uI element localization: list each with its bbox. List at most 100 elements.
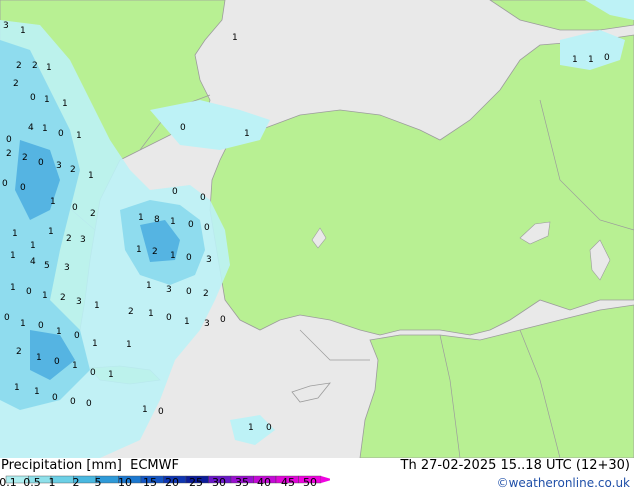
precip-value-label: 0 (186, 253, 192, 263)
precip-value-label: 1 (232, 33, 238, 43)
precip-value-label: 3 (166, 285, 172, 295)
colorbar-tick-label: 15 (143, 476, 157, 489)
precip-value-label: 3 (206, 255, 212, 265)
precip-value-label: 2 (32, 61, 38, 71)
precip-value-label: 1 (42, 124, 48, 134)
precip-value-label: 0 (266, 423, 272, 433)
precip-value-label: 1 (36, 353, 42, 363)
precip-value-label: 1 (44, 95, 50, 105)
precip-value-label: 1 (92, 339, 98, 349)
precip-value-label: 1 (184, 317, 190, 327)
precip-value-label: 1 (76, 131, 82, 141)
precip-value-label: 0 (4, 313, 10, 323)
precip-value-label: 0 (166, 313, 172, 323)
precip-value-label: 1 (72, 361, 78, 371)
credit-link[interactable]: ©weatheronline.co.uk (497, 476, 630, 490)
precip-value-label: 1 (14, 383, 20, 393)
colorbar-tick-label: 50 (303, 476, 317, 489)
precip-value-label: 0 (188, 220, 194, 230)
precip-value-label: 1 (572, 55, 578, 65)
precip-value-label: 1 (46, 63, 52, 73)
precip-value-label: 1 (62, 99, 68, 109)
precip-value-label: 0 (38, 321, 44, 331)
precip-value-label: 1 (12, 229, 18, 239)
precip-value-label: 1 (42, 291, 48, 301)
colorbar-arrow (321, 476, 330, 483)
precip-value-label: 1 (170, 251, 176, 261)
precip-value-label: 0 (90, 368, 96, 378)
precip-value-label: 5 (44, 261, 50, 271)
precip-value-label: 1 (108, 370, 114, 380)
precip-value-label: 2 (22, 153, 28, 163)
precip-value-label: 0 (30, 93, 36, 103)
colorbar-tick-label: 5 (94, 476, 102, 489)
precip-value-label: 2 (16, 347, 22, 357)
precip-value-label: 1 (50, 197, 56, 207)
precip-value-label: 0 (70, 397, 76, 407)
precip-value-label: 1 (56, 327, 62, 337)
precip-value-label: 0 (204, 223, 210, 233)
precip-value-label: 2 (13, 79, 19, 89)
colorbar-tick-label: 25 (189, 476, 203, 489)
colorbar-tick-label: 2 (72, 476, 80, 489)
precip-value-label: 1 (126, 340, 132, 350)
precip-value-label: 1 (146, 281, 152, 291)
precip-value-label: 0 (38, 158, 44, 168)
map-title: Precipitation [mm] ECMWF (1, 458, 179, 473)
precip-value-label: 2 (6, 149, 12, 159)
colorbar-tick-label: 30 (212, 476, 226, 489)
precip-value-label: 1 (136, 245, 142, 255)
precip-value-label: 1 (88, 171, 94, 181)
precip-value-label: 1 (34, 387, 40, 397)
precip-value-label: 2 (66, 234, 72, 244)
precip-value-label: 1 (20, 26, 26, 36)
precip-value-label: 0 (6, 135, 12, 145)
precip-value-label: 1 (94, 301, 100, 311)
precip-value-label: 3 (64, 263, 70, 273)
precip-value-label: 0 (158, 407, 164, 417)
precip-value-label: 0 (52, 393, 58, 403)
precip-value-label: 4 (30, 257, 36, 267)
precip-value-label: 3 (3, 21, 9, 31)
precip-value-label: 0 (2, 179, 8, 189)
precip-value-label: 1 (170, 217, 176, 227)
precip-value-label: 0 (200, 193, 206, 203)
precip-value-label: 3 (80, 235, 86, 245)
precip-value-label: 2 (152, 247, 158, 257)
precip-value-label: 1 (48, 227, 54, 237)
precip-value-label: 1 (10, 283, 16, 293)
precip-value-label: 1 (142, 405, 148, 415)
precip-value-label: 2 (16, 61, 22, 71)
colorbar-tick-label: 10 (118, 476, 132, 489)
colorbar-tick-label: 20 (165, 476, 179, 489)
colorbar-tick-label: 0.1 (0, 476, 17, 489)
precip-value-label: 1 (30, 241, 36, 251)
precip-value-label: 0 (604, 53, 610, 63)
precip-value-label: 0 (20, 183, 26, 193)
precip-value-label: 0 (186, 287, 192, 297)
precip-value-label: 2 (128, 307, 134, 317)
precip-value-label: 1 (588, 55, 594, 65)
colorbar-tick-label: 40 (257, 476, 271, 489)
precip-value-label: 2 (90, 209, 96, 219)
precipitation-map: 3 12 2 120 1 1401 0 1220 3 210 0102 1 8 1 0 01112 31 2 1 0 3… (0, 0, 634, 458)
precip-value-label: 0 (72, 203, 78, 213)
colorbar-tick-label: 1 (48, 476, 56, 489)
precip-value-label: 4 (28, 123, 34, 133)
precip-value-label: 8 (154, 215, 160, 225)
precip-value-label: 2 (60, 293, 66, 303)
precip-value-label: 2 (203, 289, 209, 299)
precip-value-label: 1 (248, 423, 254, 433)
map-footer: Precipitation [mm] ECMWF Th 27-02-2025 1… (0, 458, 634, 490)
precip-value-label: 2 (70, 165, 76, 175)
precip-value-label: 1 (244, 129, 250, 139)
precip-value-label: 3 (204, 319, 210, 329)
precip-value-label: 0 (86, 399, 92, 409)
precip-value-label: 0 (26, 287, 32, 297)
precip-value-label: 1 (10, 251, 16, 261)
colorbar-tick-label: 45 (281, 476, 295, 489)
precip-value-label: 1 (20, 319, 26, 329)
valid-time: Th 27-02-2025 15..18 UTC (12+30) (400, 458, 631, 473)
colorbar-tick-label: 35 (235, 476, 249, 489)
precip-value-label: 0 (74, 331, 80, 341)
